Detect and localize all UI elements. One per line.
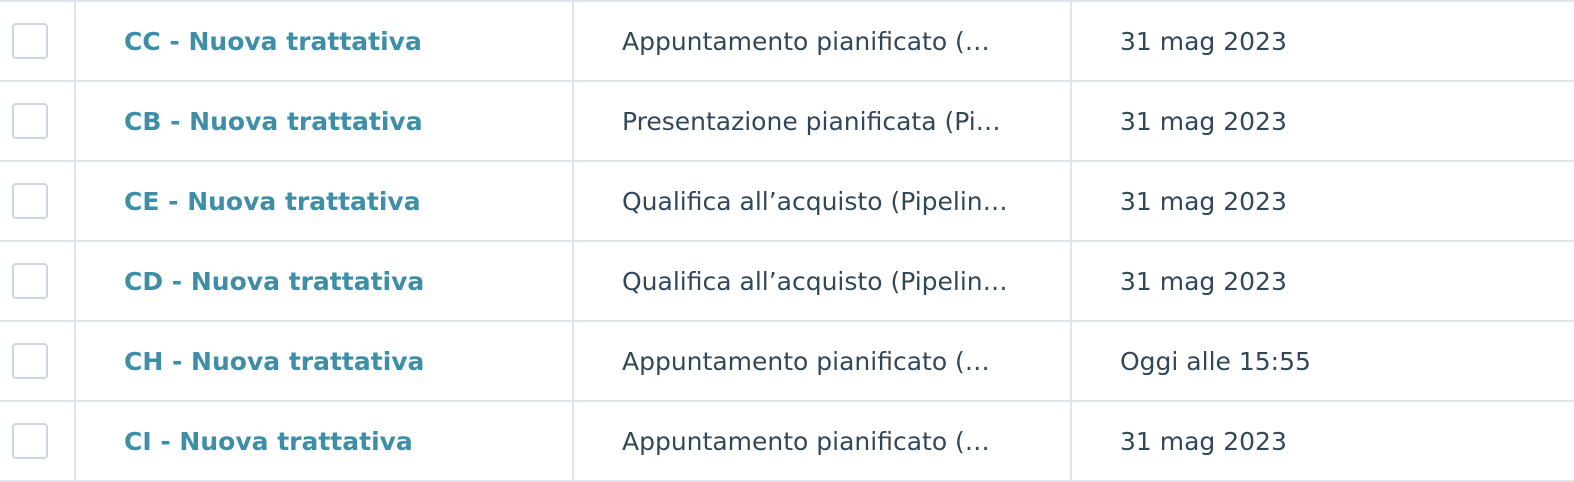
row-checkbox[interactable] [12, 423, 48, 459]
checkbox-cell [0, 82, 76, 160]
table-row: CH - Nuova trattativa Appuntamento piani… [0, 322, 1574, 402]
deal-stage: Qualifica all’acquisto (Pipelin… [622, 266, 1008, 296]
deal-stage-cell: Appuntamento pianificato (… [574, 2, 1072, 80]
row-checkbox[interactable] [12, 103, 48, 139]
deal-stage: Appuntamento pianificato (… [622, 346, 990, 376]
deals-table: CC - Nuova trattativa Appuntamento piani… [0, 0, 1574, 482]
deal-date-cell: Oggi alle 15:55 [1072, 322, 1574, 400]
deal-name-link[interactable]: CB - Nuova trattativa [124, 107, 423, 136]
deal-date: 31 mag 2023 [1120, 266, 1287, 296]
deal-stage: Appuntamento pianificato (… [622, 426, 990, 456]
deal-date: Oggi alle 15:55 [1120, 346, 1311, 376]
deal-date-cell: 31 mag 2023 [1072, 82, 1574, 160]
table-row: CC - Nuova trattativa Appuntamento piani… [0, 2, 1574, 82]
checkbox-cell [0, 242, 76, 320]
deal-name-link[interactable]: CC - Nuova trattativa [124, 27, 422, 56]
deal-date-cell: 31 mag 2023 [1072, 242, 1574, 320]
row-checkbox[interactable] [12, 23, 48, 59]
deal-stage: Presentazione pianificata (Pi… [622, 106, 1001, 136]
deal-name-cell: CD - Nuova trattativa [76, 242, 574, 320]
checkbox-cell [0, 162, 76, 240]
deal-date-cell: 31 mag 2023 [1072, 162, 1574, 240]
deal-stage: Qualifica all’acquisto (Pipelin… [622, 186, 1008, 216]
deal-date: 31 mag 2023 [1120, 186, 1287, 216]
deal-date: 31 mag 2023 [1120, 106, 1287, 136]
row-checkbox[interactable] [12, 183, 48, 219]
checkbox-cell [0, 2, 76, 80]
deal-name-link[interactable]: CE - Nuova trattativa [124, 187, 421, 216]
deal-stage-cell: Appuntamento pianificato (… [574, 322, 1072, 400]
row-checkbox[interactable] [12, 263, 48, 299]
deal-stage: Appuntamento pianificato (… [622, 26, 990, 56]
table-row: CD - Nuova trattativa Qualifica all’acqu… [0, 242, 1574, 322]
deal-stage-cell: Qualifica all’acquisto (Pipelin… [574, 242, 1072, 320]
deal-name-cell: CC - Nuova trattativa [76, 2, 574, 80]
deal-name-cell: CB - Nuova trattativa [76, 82, 574, 160]
table-row: CI - Nuova trattativa Appuntamento piani… [0, 402, 1574, 482]
deal-name-link[interactable]: CI - Nuova trattativa [124, 427, 413, 456]
deal-name-link[interactable]: CD - Nuova trattativa [124, 267, 424, 296]
table-row: CB - Nuova trattativa Presentazione pian… [0, 82, 1574, 162]
deal-name-cell: CH - Nuova trattativa [76, 322, 574, 400]
deal-stage-cell: Presentazione pianificata (Pi… [574, 82, 1072, 160]
deal-date: 31 mag 2023 [1120, 426, 1287, 456]
deal-name-cell: CE - Nuova trattativa [76, 162, 574, 240]
deal-name-link[interactable]: CH - Nuova trattativa [124, 347, 424, 376]
table-row: CE - Nuova trattativa Qualifica all’acqu… [0, 162, 1574, 242]
deal-date-cell: 31 mag 2023 [1072, 2, 1574, 80]
deal-name-cell: CI - Nuova trattativa [76, 402, 574, 480]
deal-stage-cell: Qualifica all’acquisto (Pipelin… [574, 162, 1072, 240]
row-checkbox[interactable] [12, 343, 48, 379]
checkbox-cell [0, 322, 76, 400]
deal-date-cell: 31 mag 2023 [1072, 402, 1574, 480]
deal-date: 31 mag 2023 [1120, 26, 1287, 56]
checkbox-cell [0, 402, 76, 480]
deal-stage-cell: Appuntamento pianificato (… [574, 402, 1072, 480]
